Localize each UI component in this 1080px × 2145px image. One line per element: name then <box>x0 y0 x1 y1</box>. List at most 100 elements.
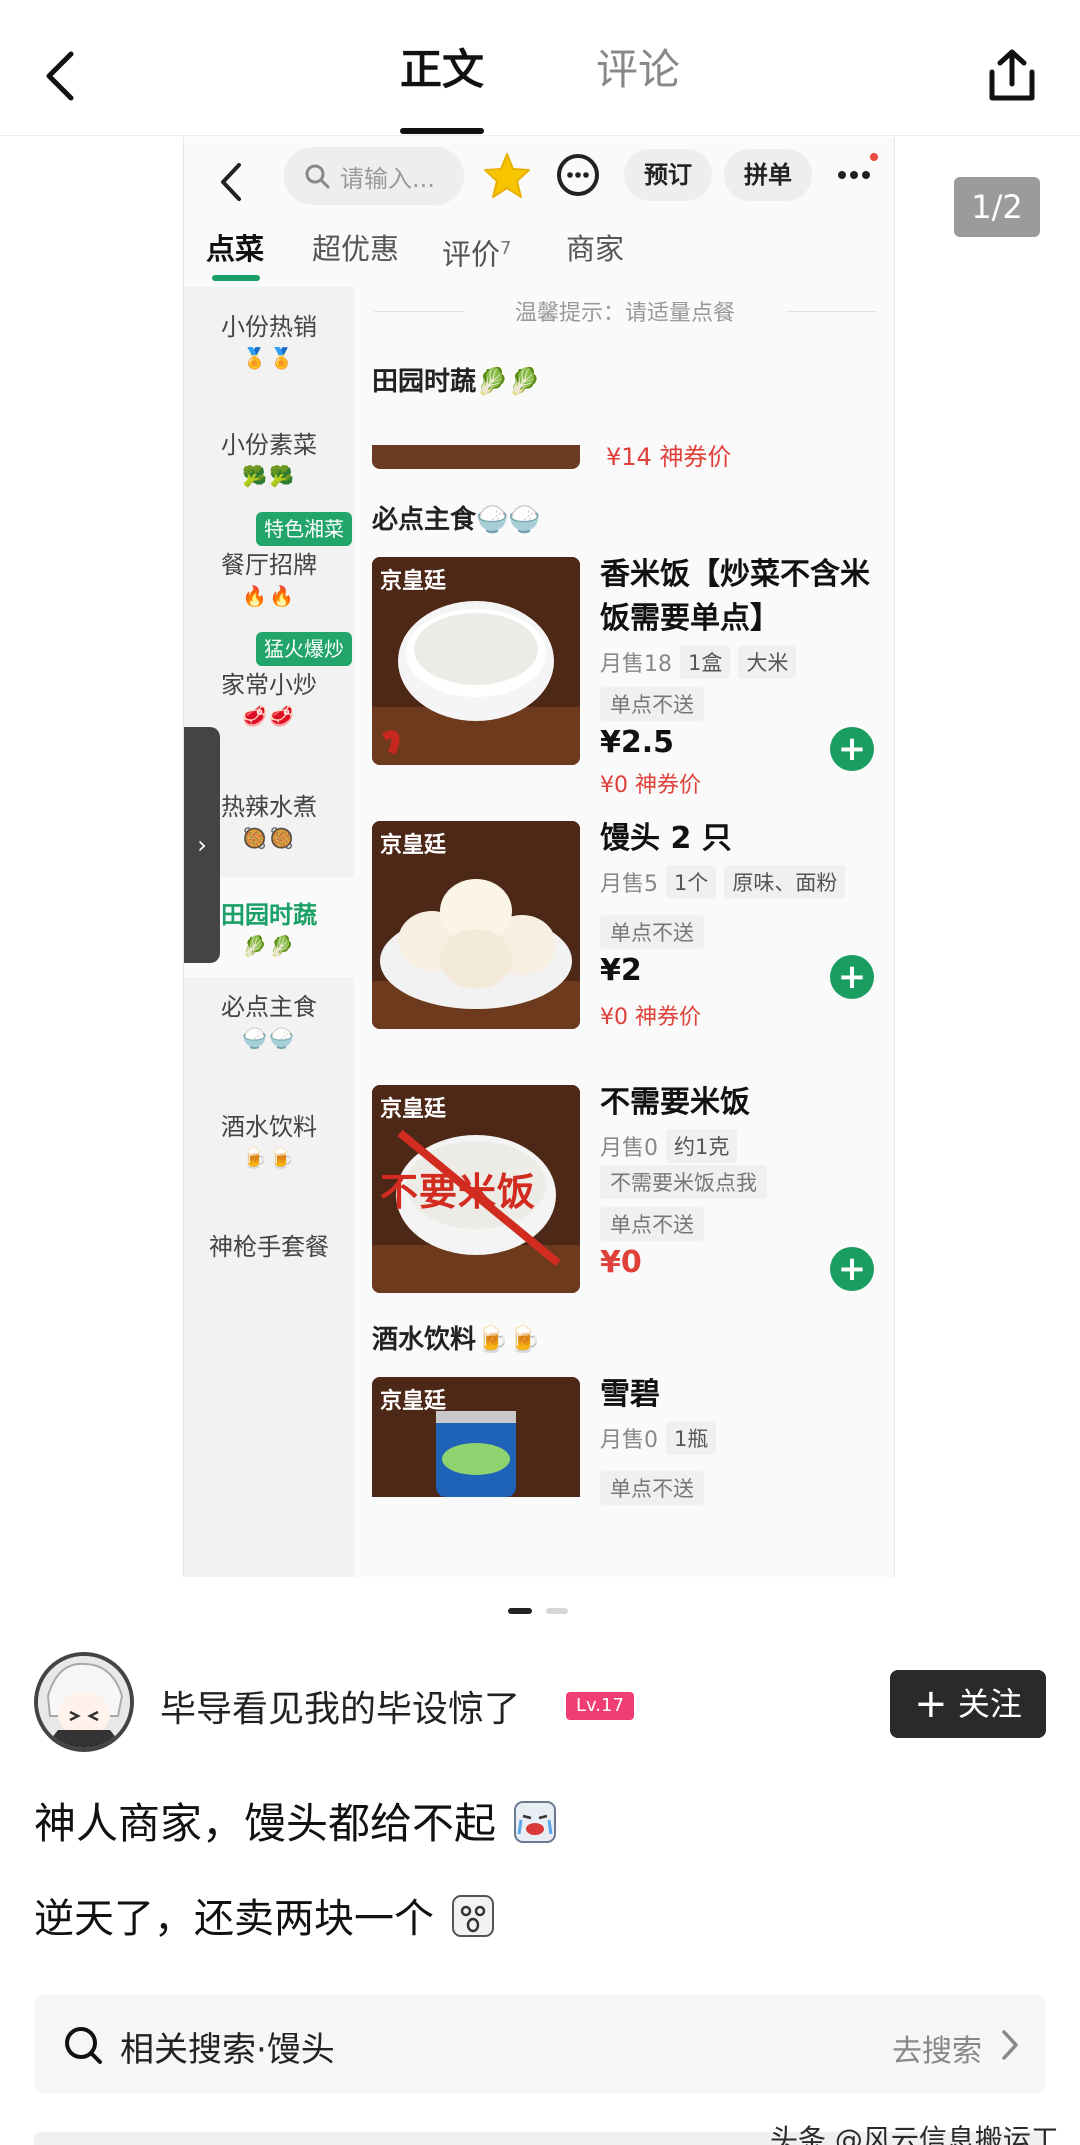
dish-name: 馒头 2 只 <box>600 821 732 856</box>
sidebar-item-signature[interactable]: 餐厅招牌 🔥🔥 <box>184 545 354 608</box>
badge-stir-fry: 猛火爆炒 <box>256 632 352 666</box>
dish-image-rice: 京皇廷 <box>372 557 580 765</box>
sidebar-item-label: 神枪手套餐 <box>209 1233 329 1261</box>
shop-search-input[interactable]: 请输入... <box>284 147 464 205</box>
sidebar-item-label: 餐厅招牌 <box>221 551 317 579</box>
broccoli-icon: 🥦🥦 <box>242 464 296 488</box>
carousel-dot[interactable] <box>546 1608 568 1614</box>
follow-label: 关注 <box>957 1685 1022 1723</box>
chevron-right-icon: › <box>197 831 207 859</box>
chevron-left-icon <box>221 163 241 201</box>
no-single-delivery-tag: 单点不送 <box>600 687 704 721</box>
coupon-price-partial: ¥14 神券价 <box>606 443 732 471</box>
plus-icon: + <box>837 1249 867 1289</box>
page-counter: 1/2 <box>954 177 1040 237</box>
star-favorite-icon[interactable] <box>482 151 532 201</box>
section-title-drinks: 酒水饮料🍺🍺 <box>372 1319 541 1356</box>
tab-reviews[interactable]: 评价7 <box>442 225 511 273</box>
sidebar-item-staples[interactable]: 必点主食 🍚🍚 <box>184 987 354 1050</box>
search-icon <box>305 164 330 189</box>
embedded-screenshot: 请输入... 预订 拼单 点菜 超优惠 评价7 商家 小份热销 🏅🏅 小份素菜 … <box>183 137 895 1577</box>
author-name[interactable]: 毕导看见我的毕设惊了 <box>160 1680 520 1732</box>
go-search-link[interactable]: 去搜索 <box>892 2026 982 2070</box>
sidebar-item-label: 必点主食 <box>221 993 317 1021</box>
monthly-sales: 月售0 <box>600 1428 658 1453</box>
dish-image-mantou: 京皇廷 <box>372 821 580 1029</box>
menu-item[interactable]: 京皇廷 雪碧 月售0 1瓶 单点不送 <box>372 1377 892 1577</box>
post-title: 神人商家，馒头都给不起 <box>34 1790 557 1851</box>
avatar[interactable] <box>34 1652 134 1752</box>
menu-item[interactable]: 京皇廷 不要米饭 不需要米饭 月售0 约1克 不需要米饭点我 单点不送 ¥0 + <box>372 1085 892 1305</box>
brand-logo-text: 京皇廷 <box>380 1097 447 1122</box>
group-order-button[interactable]: 拼单 <box>724 149 812 201</box>
add-to-cart-button[interactable]: + <box>830 1247 874 1291</box>
menu-item[interactable]: 京皇廷 馒头 2 只 月售5 1个 原味、面粉 单点不送 ¥2 ¥0 神券价 + <box>372 821 892 1041</box>
shop-back-button[interactable] <box>206 151 256 213</box>
monthly-sales: 月售18 <box>600 652 672 677</box>
menu-item[interactable]: 京皇廷 香米饭【炒菜不含米饭需要单点】 月售18 1盒 大米 单点不送 ¥2.5… <box>372 557 892 798</box>
section-title-veg: 田园时蔬🥬🥬 <box>372 361 541 398</box>
meat-icon: 🥩🥩 <box>242 704 296 728</box>
carousel-dot-active[interactable] <box>508 1608 532 1614</box>
shop-tabs: 点菜 超优惠 评价7 商家 <box>184 225 894 285</box>
sidebar-item-sharpshooter-set[interactable]: 神枪手套餐 <box>184 1227 354 1262</box>
chat-icon[interactable] <box>554 151 602 199</box>
no-single-delivery-tag: 单点不送 <box>600 1471 704 1505</box>
dish-tag: 1盒 <box>680 645 731 679</box>
sidebar-item-home-stir-fry[interactable]: 家常小炒 🥩🥩 <box>184 665 354 728</box>
dish-tag: 大米 <box>738 645 797 679</box>
more-options-icon[interactable] <box>832 147 880 199</box>
sidebar-item-label: 家常小炒 <box>221 671 317 699</box>
share-icon <box>989 49 1035 101</box>
dish-meta: 月售18 1盒 大米 <box>600 645 797 679</box>
section-label: 田园时蔬 <box>372 367 477 397</box>
category-sidebar: 小份热销 🏅🏅 小份素菜 🥦🥦 特色湘菜 餐厅招牌 🔥🔥 猛火爆炒 家常小炒 🥩… <box>184 287 354 1577</box>
related-search-label: 相关搜索·馒头 <box>120 2030 335 2070</box>
image-carousel[interactable]: 1/2 请输入... 预订 拼单 点菜 超优惠 评价7 商家 小份热销 🏅🏅 小… <box>0 137 1080 1577</box>
add-to-cart-button[interactable]: + <box>830 955 874 999</box>
share-button[interactable] <box>980 44 1044 108</box>
dish-tag: 1个 <box>666 865 717 899</box>
tab-article[interactable]: 正文 <box>400 40 484 100</box>
tab-merchant[interactable]: 商家 <box>566 225 624 273</box>
carousel-indicator <box>508 1608 572 1616</box>
dish-tag: 原味、面粉 <box>724 865 846 899</box>
search-placeholder: 请输入... <box>340 164 435 193</box>
reserve-button[interactable]: 预订 <box>624 149 712 201</box>
plus-icon: + <box>837 957 867 997</box>
top-nav: 正文 评论 <box>0 0 1080 136</box>
post-title-text: 神人商家，馒头都给不起 <box>34 1799 497 1848</box>
shop-tab-indicator <box>212 275 260 281</box>
dish-name: 香米饭【炒菜不含米饭需要单点】 <box>600 557 870 636</box>
medal-icon: 🏅🏅 <box>242 346 296 370</box>
brand-logo-text: 京皇廷 <box>380 1389 447 1414</box>
sidebar-item-label: 小份热销 <box>221 313 317 341</box>
post-body-text: 逆天了，还卖两块一个 <box>34 1896 434 1942</box>
sidebar-item-small-veg[interactable]: 小份素菜 🥦🥦 <box>184 425 354 488</box>
back-button[interactable] <box>30 40 90 112</box>
chevron-left-icon <box>46 51 74 101</box>
related-search-bar[interactable]: 相关搜索·馒头 去搜索 <box>34 1994 1046 2094</box>
leafy-green-icon: 🥬🥬 <box>476 367 541 397</box>
plus-icon: + <box>837 729 867 769</box>
plus-icon: + <box>914 1681 948 1727</box>
fire-icon: 🔥🔥 <box>242 584 296 608</box>
tab-order[interactable]: 点菜 <box>206 225 264 273</box>
section-title-staples: 必点主食🍚🍚 <box>372 499 541 536</box>
dish-meta: 月售0 1瓶 <box>600 1421 717 1455</box>
sidebar-item-hot-small[interactable]: 小份热销 🏅🏅 <box>184 307 354 370</box>
level-badge: Lv.17 <box>566 1692 634 1720</box>
tab-comments[interactable]: 评论 <box>596 40 680 100</box>
no-rice-image-text: 不要米饭 <box>380 1170 537 1214</box>
tab-deals[interactable]: 超优惠 <box>312 225 399 273</box>
dish-tag: 约1克 <box>666 1129 738 1163</box>
add-to-cart-button[interactable]: + <box>830 727 874 771</box>
sidebar-expand-handle[interactable]: › <box>184 727 220 963</box>
sidebar-item-label: 小份素菜 <box>221 431 317 459</box>
sidebar-item-drinks[interactable]: 酒水饮料 🍺🍺 <box>184 1107 354 1170</box>
dish-price: ¥2.5 <box>600 725 675 760</box>
sidebar-item-label: 酒水饮料 <box>221 1113 317 1141</box>
follow-button[interactable]: + 关注 <box>890 1670 1046 1738</box>
beer-icon: 🍺🍺 <box>476 1325 541 1355</box>
dish-meta: 月售0 约1克 <box>600 1129 738 1163</box>
